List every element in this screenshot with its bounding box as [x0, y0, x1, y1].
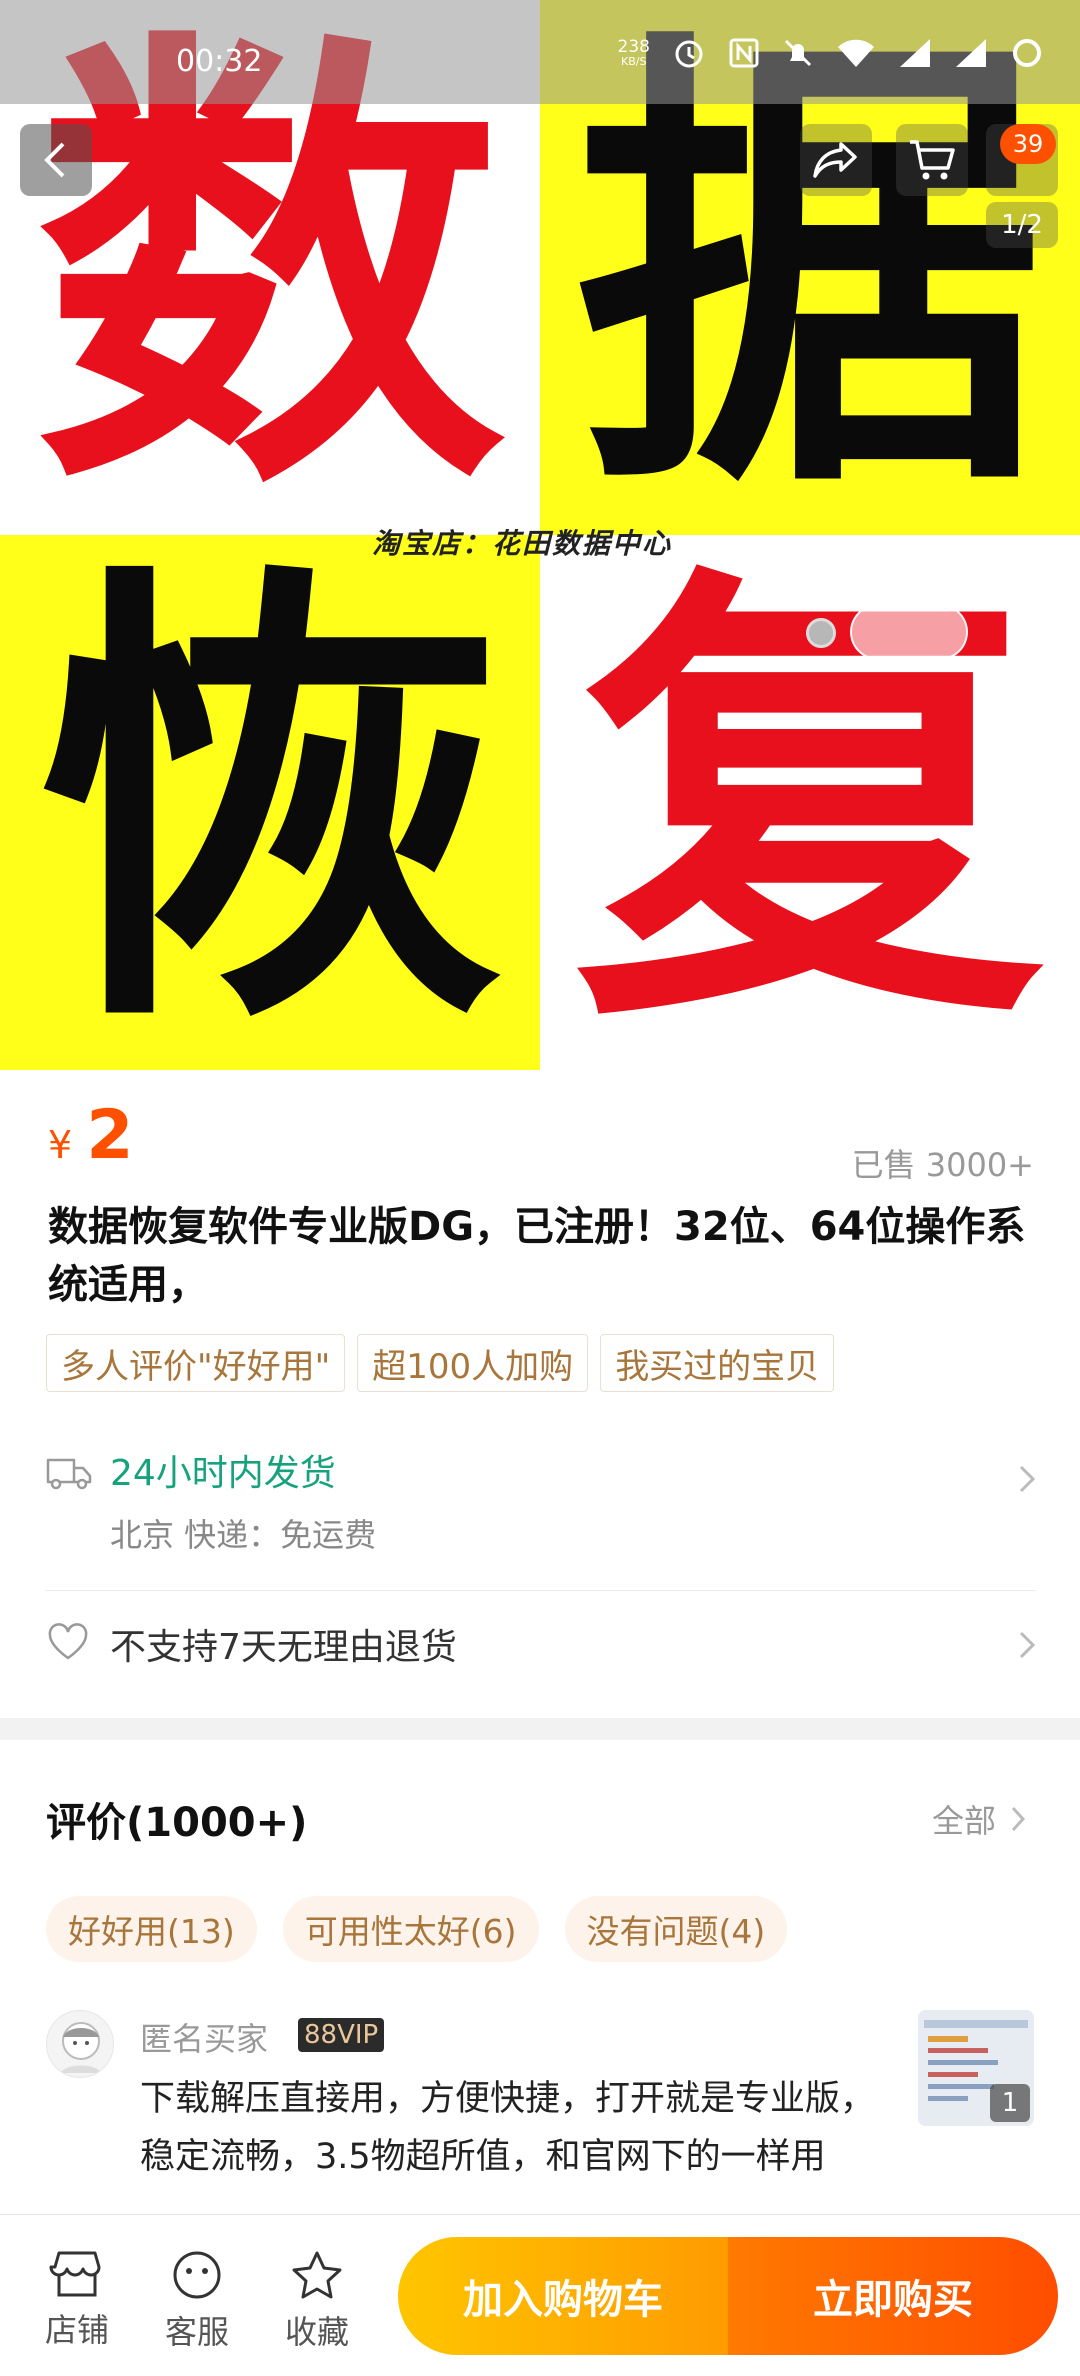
hero-quadrant: 复	[540, 535, 1080, 1070]
return-policy-row[interactable]: 不支持7天无理由退货	[0, 1600, 1080, 1690]
reviews-header: 评价(1000+)	[46, 1800, 308, 1846]
hero-quadrant: 恢	[0, 535, 540, 1070]
nfc-icon	[729, 38, 759, 68]
review-tag[interactable]: 没有问题(4)	[564, 1896, 788, 1962]
review-tag[interactable]: 可用性太好(6)	[282, 1896, 539, 1962]
net-speed: 238 KB/S	[617, 36, 650, 68]
truck-icon	[46, 1458, 92, 1490]
shop-button[interactable]: 店铺	[32, 2249, 122, 2351]
chat-face-icon	[173, 2251, 221, 2299]
shipping-row[interactable]: 24小时内发货 北京 快递：免运费	[0, 1430, 1080, 1590]
hero-char: 恢	[35, 535, 505, 1070]
cart-button[interactable]	[896, 124, 968, 196]
cart-count-badge: 39	[1000, 124, 1056, 164]
heart-icon	[48, 1623, 88, 1660]
product-tag[interactable]: 我买过的宝贝	[600, 1334, 835, 1392]
review-text-clip: 下载解压直接用，方便快捷，打开就是专业版，稳定流畅，3.5物超所值，和官网下的一…	[140, 2070, 900, 2214]
favorite-button[interactable]: 收藏	[272, 2249, 362, 2353]
cart-icon	[910, 140, 955, 180]
avatar-icon	[61, 2022, 101, 2073]
signal-icon	[956, 39, 986, 67]
share-icon	[813, 142, 857, 178]
star-icon	[292, 2251, 342, 2299]
alarm-icon	[675, 40, 703, 68]
hero-char: 复	[575, 535, 1045, 1070]
section-gap	[0, 1718, 1080, 1740]
price-symbol: ¥	[48, 1123, 73, 1167]
review-tags: 好好用(13) 可用性太好(6) 没有问题(4)	[46, 1896, 788, 1962]
image-counter: 1/2	[986, 202, 1058, 248]
net-speed-unit: KB/S	[621, 54, 647, 68]
toggle-dot	[806, 618, 836, 648]
shop-watermark: 淘宝店：花田数据中心	[372, 527, 673, 560]
shipping-detail: 北京 快递：免运费	[110, 1516, 377, 1554]
product-title[interactable]: 数据恢复软件专业版DG，已注册！32位、64位操作系统适用，	[48, 1198, 1038, 1314]
review-text[interactable]: 下载解压直接用，方便快捷，打开就是专业版，稳定流畅，3.5物超所值，和官网下的一…	[140, 2070, 900, 2186]
price-value: 2	[86, 1096, 134, 1175]
bottom-action-bar: 店铺 客服 收藏 加入购物车 立即购买	[0, 2214, 1080, 2376]
vip-badge: 88VIP	[298, 2018, 385, 2052]
product-page: 数 据 恢 复 淘宝店：花田数据中心 00:32 238 KB/S 39 1/2…	[0, 0, 1080, 2376]
reviews-all-label: 全部	[931, 1802, 996, 1840]
avatar	[46, 2010, 114, 2078]
divider	[46, 1590, 1036, 1591]
review-tag[interactable]: 好好用(13)	[46, 1896, 257, 1962]
product-tag[interactable]: 多人评价"好好用"	[46, 1334, 346, 1392]
add-to-cart-button[interactable]: 加入购物车	[398, 2237, 728, 2355]
status-icons: 238 KB/S	[618, 36, 1044, 70]
status-bar: 00:32 238 KB/S	[0, 0, 1080, 104]
shop-icon	[49, 2251, 101, 2297]
sold-count: 已售 3000+	[851, 1146, 1034, 1184]
wifi-icon	[838, 39, 874, 67]
price: ¥ 2	[48, 1096, 134, 1175]
reviews-all-link[interactable]: 全部	[932, 1796, 1026, 1842]
chevron-right-icon	[1019, 1631, 1036, 1659]
buy-now-button[interactable]: 立即购买	[728, 2237, 1058, 2355]
reviewer-name: 匿名买家	[140, 2020, 269, 2058]
share-button[interactable]	[800, 124, 872, 196]
image-toggle[interactable]	[850, 604, 968, 660]
thumbnail-count: 1	[990, 2084, 1030, 2122]
bell-off-icon	[784, 39, 812, 67]
chevron-left-icon	[44, 142, 65, 178]
customer-service-button[interactable]: 客服	[152, 2249, 242, 2353]
return-policy-text: 不支持7天无理由退货	[110, 1627, 457, 1668]
product-tags: 多人评价"好好用" 超100人加购 我买过的宝贝	[46, 1334, 835, 1392]
battery-ring-icon	[1013, 39, 1041, 67]
signal-icon	[900, 39, 930, 67]
chevron-right-icon	[1011, 1806, 1026, 1832]
shipping-title: 24小时内发货	[110, 1453, 336, 1494]
service-label: 客服	[164, 2313, 229, 2351]
shop-label: 店铺	[44, 2311, 109, 2349]
review-thumbnail[interactable]: 1	[918, 2010, 1034, 2126]
chevron-right-icon	[1019, 1465, 1036, 1493]
product-tag[interactable]: 超100人加购	[357, 1334, 589, 1392]
back-button[interactable]	[20, 124, 92, 196]
net-speed-value: 238	[617, 36, 650, 57]
status-time: 00:32	[176, 44, 263, 79]
favorite-label: 收藏	[284, 2313, 349, 2351]
